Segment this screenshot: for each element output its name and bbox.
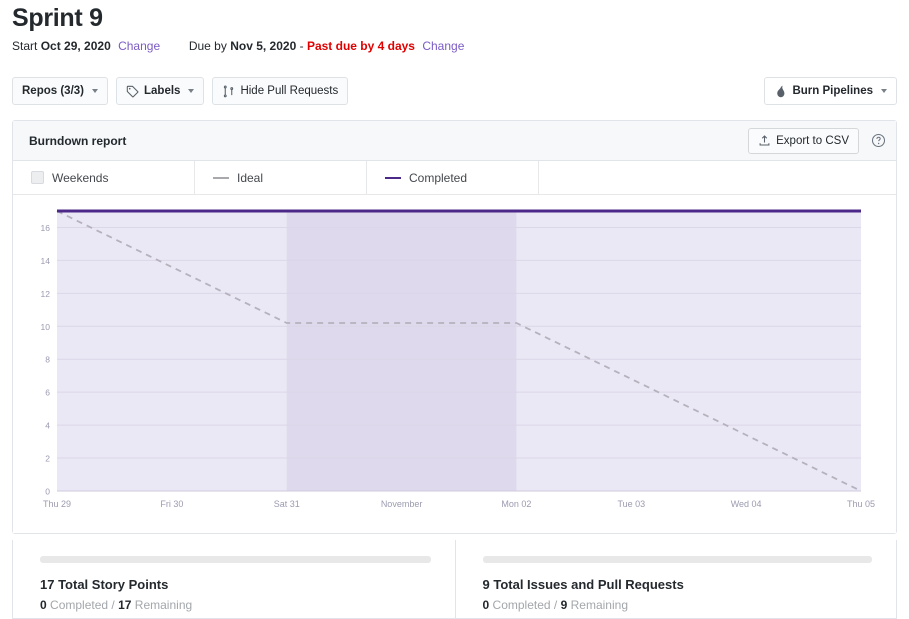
y-tick-label: 6 [45, 388, 50, 398]
story-points-completed-label: Completed [50, 598, 109, 612]
issues-completed-label: Completed [492, 598, 551, 612]
legend-item-ideal[interactable]: Ideal [195, 161, 367, 194]
card-title: Burndown report [29, 133, 127, 148]
overdue-status: Past due by 4 days [306, 39, 415, 53]
x-tick-label: Sat 31 [274, 499, 300, 509]
story-points-breakdown: 0 Completed / 17 Remaining [40, 598, 431, 612]
pull-request-icon [222, 85, 235, 98]
x-tick-label: Thu 29 [43, 499, 71, 509]
due-date: Nov 5, 2020 [230, 39, 297, 53]
repos-filter-button[interactable]: Repos (3/3) [12, 77, 108, 105]
hide-pull-requests-label: Hide Pull Requests [240, 85, 339, 97]
issues-progress-bar [482, 556, 872, 563]
story-points-remaining-value: 17 [118, 598, 132, 612]
y-tick-label: 4 [45, 421, 50, 431]
weekends-checkbox[interactable] [31, 171, 44, 184]
tag-icon [126, 85, 139, 98]
issues-title: 9 Total Issues and Pull Requests [482, 577, 684, 592]
flame-icon [774, 85, 787, 98]
story-points-title: 17 Total Story Points [40, 577, 169, 592]
issues-completed-value: 0 [482, 598, 490, 612]
card-header: Burndown report Export to CSV [13, 121, 896, 161]
chart-legend: Weekends Ideal Completed [13, 161, 896, 195]
repos-filter-label: Repos (3/3) [22, 85, 84, 97]
burndown-chart[interactable]: 0 2 4 6 8 10 12 14 16 Thu 29 Fri 30 Sat 31 November M… [13, 195, 896, 533]
export-csv-button[interactable]: Export to CSV [748, 127, 859, 154]
legend-label-weekends: Weekends [52, 170, 109, 185]
export-csv-label: Export to CSV [776, 134, 849, 147]
completed-line-swatch [385, 176, 401, 179]
issues-slash: / [553, 598, 558, 612]
burn-pipelines-button[interactable]: Burn Pipelines [764, 77, 897, 105]
x-tick-label: Tue 03 [617, 499, 645, 509]
labels-filter-label: Labels [144, 85, 181, 97]
x-tick-label: Fri 30 [160, 499, 183, 509]
weekend-shading [286, 211, 517, 491]
story-points-completed-value: 0 [40, 598, 47, 612]
issues-breakdown: 0 Completed / 9 Remaining [483, 598, 873, 612]
y-tick-label: 14 [41, 256, 51, 266]
story-points-summary: 17 Total Story Points 0 Completed / 17 R… [13, 540, 455, 618]
x-tick-label: Thu 05 [847, 499, 875, 509]
y-tick-label: 2 [45, 454, 50, 464]
due-change-link[interactable]: Change [422, 39, 464, 53]
labels-filter-button[interactable]: Labels [116, 77, 205, 105]
legend-item-completed[interactable]: Completed [367, 161, 539, 194]
hide-pull-requests-button[interactable]: Hide Pull Requests [212, 77, 349, 105]
issues-summary: 9 Total Issues and Pull Requests 0 Compl… [454, 540, 897, 618]
issues-remaining-label: Remaining [570, 598, 628, 612]
burndown-page: Sprint 9 Start Oct 29, 2020 Change Due b… [0, 0, 909, 619]
story-points-slash: / [111, 598, 115, 612]
chevron-down-icon [92, 89, 98, 93]
page-title: Sprint 9 [12, 4, 103, 32]
start-date: Oct 29, 2020 [40, 39, 111, 53]
story-points-remaining-label: Remaining [134, 598, 193, 612]
x-tick-label: Mon 02 [501, 499, 531, 509]
legend-empty-cell [539, 161, 896, 194]
sprint-dates: Start Oct 29, 2020 Change Due by Nov 5, … [0, 33, 909, 54]
legend-label-completed: Completed [409, 170, 468, 185]
start-change-link[interactable]: Change [118, 39, 160, 53]
filter-toolbar: Repos (3/3) Labels Hide Pull Requests Bu… [0, 74, 909, 108]
legend-label-ideal: Ideal [237, 170, 264, 185]
legend-item-weekends[interactable]: Weekends [13, 161, 195, 194]
summary-panel: 17 Total Story Points 0 Completed / 17 R… [12, 540, 897, 619]
question-circle-icon[interactable] [871, 133, 886, 148]
ideal-line-swatch [213, 176, 229, 179]
y-tick-label: 0 [45, 487, 50, 497]
due-separator: - [299, 39, 304, 53]
y-tick-label: 10 [41, 322, 51, 332]
burn-pipelines-label: Burn Pipelines [792, 85, 873, 97]
y-tick-label: 16 [41, 223, 51, 233]
burndown-chart-svg[interactable]: 0 2 4 6 8 10 12 14 16 Thu 29 Fri 30 Sat 31 November M… [13, 195, 896, 533]
due-label: Due by [188, 39, 227, 53]
x-tick-label: Wed 04 [731, 499, 762, 509]
issues-remaining-value: 9 [560, 598, 568, 612]
burndown-card: Burndown report Export to CSV Weekends I… [12, 120, 897, 534]
chevron-down-icon [188, 89, 195, 93]
chevron-down-icon [881, 89, 887, 93]
upload-icon [758, 134, 771, 147]
story-points-progress-bar [40, 556, 431, 563]
x-tick-label: November [381, 499, 423, 509]
y-tick-label: 8 [45, 355, 50, 365]
y-tick-label: 12 [41, 289, 51, 299]
start-label: Start [12, 39, 38, 53]
